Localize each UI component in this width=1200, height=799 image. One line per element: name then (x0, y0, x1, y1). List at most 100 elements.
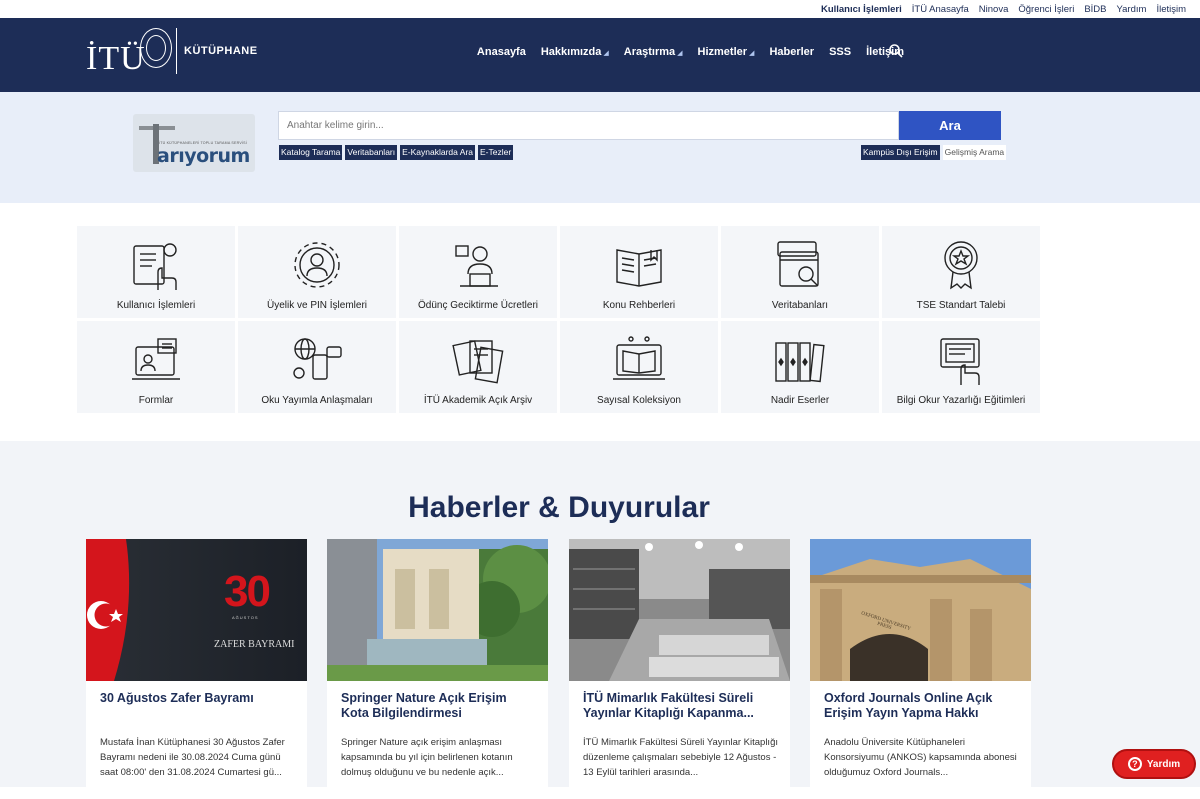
topbar-link-ogrenci-isleri[interactable]: Öğrenci İşleri (1018, 4, 1074, 15)
browser-search-icon (777, 241, 819, 287)
tile-kullanici-islemleri[interactable]: Kullanıcı İşlemleri (77, 226, 235, 318)
topbar-link-bidb[interactable]: BİDB (1084, 4, 1106, 15)
tag-veritabanlari[interactable]: Veritabanları (345, 145, 398, 160)
ariyorum-text: arıyorum (157, 145, 250, 167)
oxford-building-image (810, 539, 1031, 681)
university-seal-icon (140, 28, 172, 68)
news-heading: Haberler & Duyurular (408, 491, 710, 524)
nav-anasayfa[interactable]: Anasayfa (477, 46, 526, 58)
question-icon: ? (1127, 757, 1142, 771)
logo-divider (176, 28, 177, 74)
library-building-image (327, 539, 548, 681)
image-number: 30 (224, 567, 271, 616)
tile-oku-yayimla[interactable]: Oku Yayımla Anlaşmaları (238, 321, 396, 413)
tile-akademik-acik-arsiv[interactable]: İTÜ Akademik Açık Arşiv (399, 321, 557, 413)
tag-kampus-disi-erisim[interactable]: Kampüs Dışı Erişim (861, 145, 940, 160)
search-tags-right: Kampüs Dışı Erişim Gelişmiş Arama (861, 145, 1007, 160)
search-input[interactable]: Anahtar kelime girin... (278, 111, 899, 140)
tile-label: Veritabanları (771, 300, 829, 311)
nav-arastirma[interactable]: Araştırma ◢ (624, 46, 683, 58)
top-utility-bar: Kullanıcı İşlemleri İTÜ Anasayfa Ninova … (0, 0, 1200, 18)
tile-veritabanlari[interactable]: Veritabanları (721, 226, 879, 318)
laptop-form-icon (132, 338, 180, 380)
tile-label: Sayısal Koleksiyon (597, 395, 681, 406)
tile-bilgi-okuryazarligi[interactable]: Bilgi Okur Yazarlığı Eğitimleri (882, 321, 1040, 413)
user-touch-icon (133, 243, 177, 290)
chevron-down-icon: ◢ (603, 50, 609, 57)
news-section: Haberler & Duyurular 30 AĞUSTOS ZAFER BA… (0, 441, 1200, 799)
news-card-text: Anadolu Üniversite Kütüphaneleri Konsors… (824, 737, 1017, 778)
service-tiles: Kullanıcı İşlemleri Üyelik ve PIN İşleml… (77, 226, 1040, 413)
reading-room-image (569, 539, 790, 681)
nav-hizmetler[interactable]: Hizmetler ◢ (698, 46, 755, 58)
news-card[interactable]: Springer Nature Açık Erişim Kota Bilgile… (327, 539, 548, 799)
search-section: İTÜ KÜTÜPHANELERİ TOPLU TARAMA SERVİSİ a… (0, 92, 1200, 203)
tile-odunc-geciktirme[interactable]: Ödünç Geciktirme Ücretleri (399, 226, 557, 318)
main-nav: Anasayfa Hakkımızda ◢ Araştırma ◢ Hizmetle… (477, 46, 904, 58)
tile-label: Konu Rehberleri (602, 300, 676, 311)
bookshelf-icon (775, 342, 825, 383)
news-image-zafer-bayrami[interactable]: 30 AĞUSTOS ZAFER BAYRAMI (86, 539, 307, 681)
news-card-title[interactable]: 30 Ağustos Zafer Bayramı (100, 691, 295, 706)
nav-haberler[interactable]: Haberler (769, 46, 814, 58)
tag-e-kaynaklarda-ara[interactable]: E-Kaynaklarda Ara (400, 145, 475, 160)
screen-touch-icon (940, 338, 980, 385)
news-card-text: Springer Nature açık erişim anlaşması ka… (341, 737, 513, 778)
tile-tse-standart[interactable]: TSE Standart Talebi (882, 226, 1040, 318)
tile-label: Nadir Eserler (770, 395, 830, 406)
topbar-link-yardim[interactable]: Yardım (1117, 4, 1147, 15)
topbar-link-itu-anasayfa[interactable]: İTÜ Anasayfa (912, 4, 969, 15)
image-caption: ZAFER BAYRAMI (214, 639, 295, 650)
topbar-link-ninova[interactable]: Ninova (979, 4, 1009, 15)
tile-uyelik-pin[interactable]: Üyelik ve PIN İşlemleri (238, 226, 396, 318)
tile-formlar[interactable]: Formlar (77, 321, 235, 413)
help-button[interactable]: ? Yardım (1112, 749, 1196, 779)
digital-book-icon (613, 336, 665, 380)
tag-gelismis-arama[interactable]: Gelişmiş Arama (942, 145, 1007, 160)
news-card-title[interactable]: Springer Nature Açık Erişim Kota Bilgile… (341, 691, 536, 721)
zafer-bayrami-image (86, 539, 307, 681)
image-month: AĞUSTOS (232, 615, 259, 620)
tile-label: İTÜ Akademik Açık Arşiv (423, 395, 533, 406)
chevron-down-icon: ◢ (677, 50, 683, 57)
gear-user-icon (294, 242, 340, 288)
nav-hakkimizda[interactable]: Hakkımızda ◢ (541, 46, 609, 58)
topbar-link-kullanici[interactable]: Kullanıcı İşlemleri (821, 4, 902, 15)
open-book-icon (616, 249, 662, 287)
tile-sayisal-koleksiyon[interactable]: Sayısal Koleksiyon (560, 321, 718, 413)
ariyorum-logo[interactable]: İTÜ KÜTÜPHANELERİ TOPLU TARAMA SERVİSİ a… (133, 114, 255, 172)
news-card[interactable]: OXFORD UNIVERSITY PRESS Oxford Journals … (810, 539, 1031, 799)
librarian-icon (455, 245, 498, 287)
news-card-title[interactable]: Oxford Journals Online Açık Erişim Yayın… (824, 691, 1019, 721)
tile-label: Bilgi Okur Yazarlığı Eğitimleri (896, 395, 1026, 406)
search-button[interactable]: Ara (899, 111, 1001, 140)
library-label[interactable]: KÜTÜPHANE (184, 45, 258, 57)
tile-label: Ödünç Geciktirme Ücretleri (417, 300, 539, 311)
news-image-springer[interactable] (327, 539, 548, 681)
tile-nadir-eserler[interactable]: Nadir Eserler (721, 321, 879, 413)
news-card[interactable]: İTÜ Mimarlık Fakültesi Süreli Yayınlar K… (569, 539, 790, 799)
search-icon[interactable] (888, 43, 904, 59)
tile-label: Kullanıcı İşlemleri (116, 300, 196, 311)
news-card-text: Mustafa İnan Kütüphanesi 30 Ağustos Zafe… (100, 737, 285, 778)
tile-label: Üyelik ve PIN İşlemleri (266, 300, 368, 311)
search-tags-left: Katalog Tarama Veritabanları E-Kaynaklar… (279, 145, 514, 160)
news-card[interactable]: 30 AĞUSTOS ZAFER BAYRAMI 30 Ağustos Zafe… (86, 539, 307, 799)
nav-sss[interactable]: SSS (829, 46, 851, 58)
itu-logo[interactable]: İTÜ (86, 40, 146, 78)
tile-label: Formlar (138, 395, 174, 406)
news-image-oxford[interactable]: OXFORD UNIVERSITY PRESS (810, 539, 1031, 681)
news-card-title[interactable]: İTÜ Mimarlık Fakültesi Süreli Yayınlar K… (583, 691, 778, 721)
tile-label: TSE Standart Talebi (916, 300, 1006, 311)
badge-icon (944, 241, 978, 290)
site-header: İTÜ KÜTÜPHANE Anasayfa Hakkımızda ◢ Araşt… (0, 18, 1200, 92)
news-card-text: İTÜ Mimarlık Fakültesi Süreli Yayınlar K… (583, 737, 778, 778)
topbar-link-iletisim[interactable]: İletişim (1156, 4, 1186, 15)
tile-konu-rehberleri[interactable]: Konu Rehberleri (560, 226, 718, 318)
tag-e-tezler[interactable]: E-Tezler (478, 145, 514, 160)
documents-icon (452, 340, 504, 384)
tag-katalog-tarama[interactable]: Katalog Tarama (279, 145, 343, 160)
help-label: Yardım (1146, 758, 1181, 770)
chevron-down-icon: ◢ (749, 50, 755, 57)
news-image-mimarlik[interactable] (569, 539, 790, 681)
